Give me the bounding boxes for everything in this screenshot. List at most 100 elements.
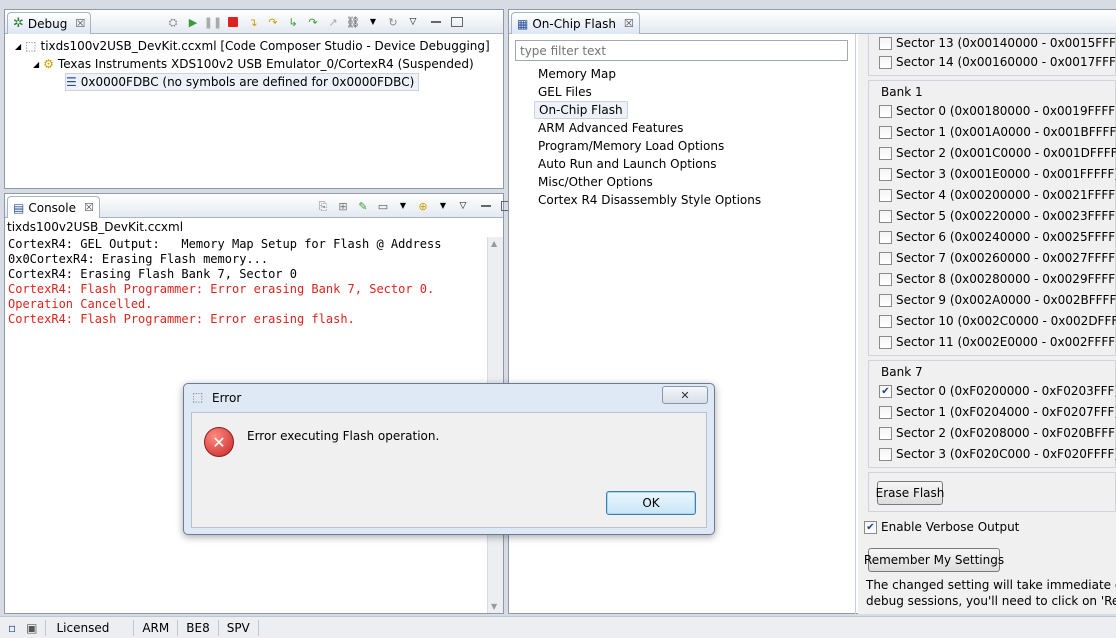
sector-checkbox[interactable] [879, 251, 892, 265]
tab-on-chip-flash[interactable]: ▦ On-Chip Flash ☒ [511, 12, 640, 34]
dropdown-icon[interactable]: ▼ [365, 14, 381, 30]
sector-row[interactable]: Sector 2 (0x001C0000 - 0x001DFFFF) [879, 144, 1116, 162]
sector-checkbox[interactable] [879, 209, 892, 223]
step-into-icon[interactable]: ↴ [245, 14, 261, 30]
tree-row-ccxml[interactable]: ◢ ⬚ tixds100v2USB_DevKit.ccxml [Code Com… [15, 37, 490, 55]
minimize-icon[interactable] [431, 21, 441, 23]
pin-icon[interactable]: ✎ [355, 198, 371, 214]
nav-misc[interactable]: Misc/Other Options [534, 173, 657, 191]
verbose-checkbox[interactable]: ✔ [864, 520, 877, 534]
tab-console[interactable]: ▤ Console ☒ [7, 196, 100, 218]
assembly-step-icon[interactable]: ↷ [305, 14, 321, 30]
sector-checkbox[interactable] [879, 36, 892, 50]
sector-row[interactable]: Sector 14 (0x00160000 - 0x0017FFFF) [879, 53, 1116, 71]
sector-checkbox[interactable] [879, 125, 892, 139]
sector-checkbox[interactable] [879, 293, 892, 307]
terminate-icon[interactable] [225, 14, 241, 30]
resume-icon[interactable]: ▶ [185, 14, 201, 30]
view-menu-icon[interactable]: ▽ [455, 198, 471, 214]
bank1-group: Bank 1 Sector 0 (0x00180000 - 0x0019FFFF… [868, 80, 1116, 356]
sector-checkbox[interactable] [879, 405, 892, 419]
dialog-close-button[interactable]: ✕ [662, 386, 708, 404]
sector-label: Sector 4 (0x00200000 - 0x0021FFFF) [896, 188, 1116, 202]
sector-row[interactable]: Sector 13 (0x00140000 - 0x0015FFFF) [879, 34, 1116, 52]
sector-checkbox[interactable] [879, 447, 892, 461]
close-icon[interactable]: ☒ [84, 201, 94, 214]
scroll-lock-icon[interactable]: ⊞ [335, 198, 351, 214]
sector-row[interactable]: Sector 11 (0x002E0000 - 0x002FFFFF) [879, 333, 1116, 351]
scroll-down-icon[interactable]: ▼ [491, 602, 497, 611]
sector-row[interactable]: Sector 5 (0x00220000 - 0x0023FFFF) [879, 207, 1116, 225]
sector-row[interactable]: Sector 1 (0x001A0000 - 0x001BFFFF) [879, 123, 1116, 141]
console-output[interactable]: CortexR4: GEL Output: Memory Map Setup f… [8, 237, 486, 327]
reset-icon[interactable]: ↻ [385, 14, 401, 30]
sector-checkbox[interactable] [879, 272, 892, 286]
sector-row[interactable]: Sector 10 (0x002C0000 - 0x002DFFFF) [879, 312, 1116, 330]
view-menu-icon[interactable]: ▽ [405, 14, 421, 30]
dropdown-icon[interactable]: ▼ [435, 198, 451, 214]
sector-row[interactable]: Sector 3 (0x001E0000 - 0x001FFFFF) [879, 165, 1116, 183]
debug-view: ✲ Debug ☒ ⛭ ▶ ❚❚ ↴ ↷ ↳ ↷ ↗ ⛓ ▼ ↻ ▽ ◢ ⬚ t… [4, 9, 504, 189]
close-icon[interactable]: ☒ [624, 17, 634, 30]
verbose-row[interactable]: ✔ Enable Verbose Output [864, 518, 1019, 536]
sector-row[interactable]: Sector 8 (0x00280000 - 0x0029FFFF) [879, 270, 1116, 288]
sector-row[interactable]: Sector 4 (0x00200000 - 0x0021FFFF) [879, 186, 1116, 204]
sector-row[interactable]: ✔ Sector 0 (0xF0200000 - 0xF0203FFF) [879, 382, 1116, 400]
tree-row-frame[interactable]: ☰ 0x0000FDBC (no symbols are defined for… [65, 73, 420, 91]
nav-on-chip-flash[interactable]: On-Chip Flash [534, 101, 628, 119]
nav-disassembly[interactable]: Cortex R4 Disassembly Style Options [534, 191, 765, 209]
debug-tabbar: ✲ Debug ☒ ⛭ ▶ ❚❚ ↴ ↷ ↳ ↷ ↗ ⛓ ▼ ↻ ▽ [5, 10, 503, 34]
nav-program-load[interactable]: Program/Memory Load Options [534, 137, 728, 155]
sector-checkbox[interactable] [879, 167, 892, 181]
step-return-icon[interactable]: ↳ [285, 14, 301, 30]
nav-gel-files[interactable]: GEL Files [534, 83, 596, 101]
sector-checkbox[interactable] [879, 314, 892, 328]
erase-flash-button[interactable]: Erase Flash [876, 481, 944, 505]
sector-row[interactable]: Sector 6 (0x00240000 - 0x0025FFFF) [879, 228, 1116, 246]
nav-memory-map[interactable]: Memory Map [534, 65, 620, 83]
sector-checkbox[interactable]: ✔ [879, 384, 892, 398]
sector-checkbox[interactable] [879, 55, 892, 69]
verbose-label: Enable Verbose Output [881, 520, 1020, 534]
nav-arm-advanced[interactable]: ARM Advanced Features [534, 119, 687, 137]
sector-checkbox[interactable] [879, 104, 892, 118]
sector-row[interactable]: Sector 1 (0xF0204000 - 0xF0207FFF) [879, 403, 1116, 421]
minimize-icon[interactable] [481, 205, 491, 207]
sector-label: Sector 0 (0xF0200000 - 0xF0203FFF) [896, 384, 1116, 398]
splitter[interactable] [855, 34, 856, 614]
clear-console-icon[interactable]: ⎘ [315, 198, 331, 214]
step-over-icon[interactable]: ↷ [265, 14, 281, 30]
new-connection-icon[interactable]: ▫ [8, 621, 16, 635]
sector-row[interactable]: Sector 0 (0x00180000 - 0x0019FFFF) [879, 102, 1116, 120]
step-filter-icon[interactable]: ↗ [325, 14, 341, 30]
sector-label: Sector 3 (0xF020C000 - 0xF020FFFF) [896, 447, 1116, 461]
filter-input[interactable] [515, 40, 848, 61]
scroll-up-icon[interactable]: ▲ [491, 239, 497, 248]
sector-checkbox[interactable] [879, 146, 892, 160]
sector-checkbox[interactable] [879, 188, 892, 202]
expand-arrow-icon[interactable]: ◢ [15, 42, 21, 51]
remember-settings-button[interactable]: Remember My Settings [864, 548, 1004, 572]
suspend-icon[interactable]: ❚❚ [204, 14, 222, 30]
sector-checkbox[interactable] [879, 426, 892, 440]
target-icon[interactable]: ⛓ [345, 14, 361, 30]
dropdown-icon[interactable]: ▼ [395, 198, 411, 214]
open-console-icon[interactable]: ⊕ [415, 198, 431, 214]
sector-row[interactable]: Sector 7 (0x00260000 - 0x0027FFFF) [879, 249, 1116, 267]
close-icon[interactable]: ☒ [75, 17, 85, 30]
sector-row[interactable]: Sector 9 (0x002A0000 - 0x002BFFFF) [879, 291, 1116, 309]
maximize-icon[interactable] [451, 17, 463, 27]
ok-button[interactable]: OK [606, 491, 696, 515]
expand-arrow-icon[interactable]: ◢ [33, 60, 39, 69]
sector-row[interactable]: Sector 2 (0xF0208000 - 0xF020BFFF) [879, 424, 1116, 442]
sector-row[interactable]: Sector 3 (0xF020C000 - 0xF020FFFF) [879, 445, 1116, 463]
connection-icon[interactable]: ▣ [26, 621, 37, 635]
tab-debug[interactable]: ✲ Debug ☒ [7, 12, 92, 34]
sector-checkbox[interactable] [879, 230, 892, 244]
sector-checkbox[interactable] [879, 335, 892, 349]
tree-row-emulator[interactable]: ◢ ⚙ Texas Instruments XDS100v2 USB Emula… [33, 55, 474, 73]
console-icon: ▤ [13, 200, 25, 215]
nav-auto-run[interactable]: Auto Run and Launch Options [534, 155, 720, 173]
remove-all-icon[interactable]: ⛭ [165, 14, 181, 30]
display-console-icon[interactable]: ▭ [375, 198, 391, 214]
